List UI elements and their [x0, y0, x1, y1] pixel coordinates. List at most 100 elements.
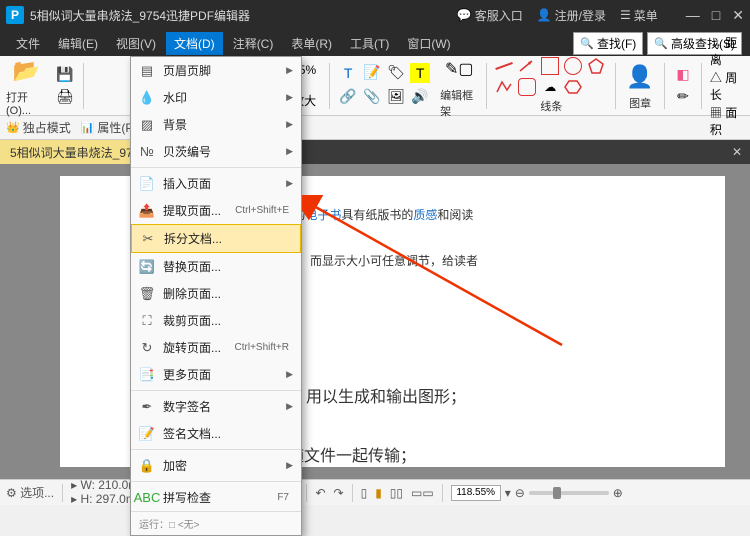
- text-tool-icon[interactable]: T: [338, 63, 358, 83]
- background-icon: ▨: [139, 117, 155, 133]
- split-icon: ✂: [140, 231, 156, 247]
- menu-more-pages[interactable]: 📑更多页面▶: [131, 361, 301, 388]
- menu-split-document[interactable]: ✂拆分文档...: [131, 224, 301, 253]
- options-button[interactable]: ⚙ 选项...: [6, 484, 54, 501]
- menu-delete-page[interactable]: 🗑删除页面...: [131, 280, 301, 307]
- menu-watermark[interactable]: 💧水印▶: [131, 84, 301, 111]
- menu-encrypt[interactable]: 🔒加密▶: [131, 452, 301, 479]
- number-icon: №: [139, 144, 155, 160]
- distance-tool[interactable]: ↔ 距离: [710, 34, 744, 68]
- menu-link[interactable]: ☰ 菜单: [620, 7, 658, 24]
- menu-replace-page[interactable]: 🔄替换页面...: [131, 253, 301, 280]
- zoom-out-button[interactable]: ⊖: [515, 486, 525, 500]
- note-icon[interactable]: 📝: [362, 63, 382, 83]
- page-icon: ▤: [139, 63, 155, 79]
- edit-area-button[interactable]: ✎▢ 编辑框架: [440, 53, 478, 119]
- rounded-rect-shape[interactable]: [518, 78, 536, 96]
- nav-fwd-button[interactable]: ↷: [334, 486, 344, 500]
- minimize-button[interactable]: —: [686, 7, 700, 24]
- menu-digital-sign[interactable]: ✒数字签名▶: [131, 393, 301, 420]
- dropdown-footer: 运行：□ <无>: [131, 511, 301, 535]
- arrow-shape[interactable]: [518, 57, 536, 75]
- text-line: ，用以生成和输出图形；: [290, 379, 695, 417]
- attach-icon[interactable]: 📎: [362, 87, 382, 107]
- line-shape[interactable]: [495, 57, 513, 75]
- menu-tools[interactable]: 工具(T): [342, 32, 397, 55]
- tabs-close-all[interactable]: ✕: [724, 145, 750, 159]
- menu-spellcheck[interactable]: ABC拼写检查F7: [131, 484, 301, 511]
- text-line: 书的原貌，而显示大小可任意调节，给读者: [250, 242, 695, 280]
- zoom-slider[interactable]: [529, 491, 609, 495]
- statusbar: ⚙ 选项... ▸ W: 210.0mm ▸ H: 297.0mm ✛ X: Y…: [0, 479, 750, 505]
- layout-single-icon[interactable]: ▯: [361, 486, 368, 500]
- more-icon: 📑: [139, 367, 155, 383]
- print-icon[interactable]: 🖨: [55, 87, 75, 107]
- save-icon[interactable]: 💾: [55, 65, 75, 85]
- polyline-shape[interactable]: [495, 78, 513, 96]
- solo-mode-button[interactable]: 👑 独占模式: [6, 119, 71, 136]
- zoom-input[interactable]: [451, 485, 501, 501]
- login-link[interactable]: 👤 注册/登录: [537, 7, 606, 24]
- document-menu-dropdown: ▤页眉页脚▶ 💧水印▶ ▨背景▶ №贝茨编号▶ 📄插入页面▶ 📤提取页面...C…: [130, 56, 302, 536]
- insert-icon: 📄: [139, 176, 155, 192]
- area-tool[interactable]: ▦ 面积: [710, 104, 744, 138]
- menu-header-footer[interactable]: ▤页眉页脚▶: [131, 57, 301, 84]
- stamp-tool-icon[interactable]: 🏷: [386, 63, 406, 83]
- polygon-shape[interactable]: [587, 57, 605, 75]
- menubar: 文件 编辑(E) 视图(V) 文档(D) 注释(C) 表单(R) 工具(T) 窗…: [0, 30, 750, 56]
- sign-doc-icon: 📝: [139, 426, 155, 442]
- find-button[interactable]: 🔍查找(F): [573, 32, 643, 55]
- menu-bates[interactable]: №贝茨编号▶: [131, 138, 301, 165]
- menu-sign-document[interactable]: 📝签名文档...: [131, 420, 301, 447]
- layout-continuous-icon[interactable]: ▮: [375, 486, 382, 500]
- open-button[interactable]: 📂 打开(O)...: [6, 55, 47, 117]
- titlebar: P 5相似词大量串烧法_9754迅捷PDF编辑器 💬 客服入口 👤 注册/登录 …: [0, 0, 750, 30]
- menu-rotate-page[interactable]: ↻旋转页面...Ctrl+Shift+R: [131, 334, 301, 361]
- circle-shape[interactable]: [564, 57, 582, 75]
- extract-icon: 📤: [139, 203, 155, 219]
- menu-background[interactable]: ▨背景▶: [131, 111, 301, 138]
- link-icon[interactable]: 🔗: [338, 87, 358, 107]
- menu-insert-page[interactable]: 📄插入页面▶: [131, 170, 301, 197]
- menu-form[interactable]: 表单(R): [283, 32, 340, 55]
- perimeter-tool[interactable]: △ 周长: [710, 69, 744, 103]
- text-line: DF 制作的电子书具有纸版书的质感和阅读: [250, 196, 695, 234]
- nav-back-button[interactable]: ↶: [315, 486, 325, 500]
- menu-annotate[interactable]: 注释(C): [225, 32, 282, 55]
- pencil-icon[interactable]: ✏: [673, 87, 693, 107]
- lock-icon: 🔒: [139, 458, 155, 474]
- cloud-shape[interactable]: ☁: [541, 78, 559, 96]
- menu-extract-page[interactable]: 📤提取页面...Ctrl+Shift+E: [131, 197, 301, 224]
- stamp-button[interactable]: 👤 图章: [624, 61, 656, 111]
- menu-file[interactable]: 文件: [8, 32, 48, 55]
- delete-icon: 🗑: [139, 286, 155, 302]
- layout-book-icon[interactable]: ▭▭: [411, 486, 434, 500]
- sound-icon[interactable]: 🔊: [410, 87, 430, 107]
- rotate-icon: ↻: [139, 340, 155, 356]
- eraser-icon[interactable]: ◧: [673, 65, 693, 85]
- app-logo: P: [6, 6, 24, 24]
- hexagon-shape[interactable]: [564, 78, 582, 96]
- secondary-toolbar: 👑 独占模式 📊 属性(P)...: [0, 116, 750, 140]
- text-line: 成：: [250, 321, 695, 359]
- menu-window[interactable]: 窗口(W): [399, 32, 458, 55]
- rect-shape[interactable]: [541, 57, 559, 75]
- menu-edit[interactable]: 编辑(E): [50, 32, 106, 55]
- menu-crop-page[interactable]: ⛶裁剪页面...: [131, 307, 301, 334]
- document-viewport[interactable]: DF 制作的电子书具有纸版书的质感和阅读 书的原貌，而显示大小可任意调节，给读者…: [0, 164, 750, 479]
- signature-icon: ✒: [139, 399, 155, 415]
- stamp-icon: 👤: [624, 61, 656, 93]
- layout-facing-icon[interactable]: ▯▯: [390, 486, 403, 500]
- zoom-in-button[interactable]: ⊕: [613, 486, 623, 500]
- highlight-icon[interactable]: T: [410, 63, 430, 83]
- maximize-button[interactable]: □: [712, 7, 720, 24]
- image-icon[interactable]: 🖼: [386, 87, 406, 107]
- menu-view[interactable]: 视图(V): [108, 32, 164, 55]
- close-button[interactable]: ✕: [732, 7, 744, 24]
- spellcheck-icon: ABC: [139, 490, 155, 506]
- zoom-dropdown-icon[interactable]: ▾: [505, 486, 511, 500]
- folder-open-icon: 📂: [10, 55, 42, 87]
- service-link[interactable]: 💬 客服入口: [457, 7, 523, 24]
- crop-icon: ⛶: [139, 313, 155, 329]
- menu-document[interactable]: 文档(D): [166, 32, 223, 55]
